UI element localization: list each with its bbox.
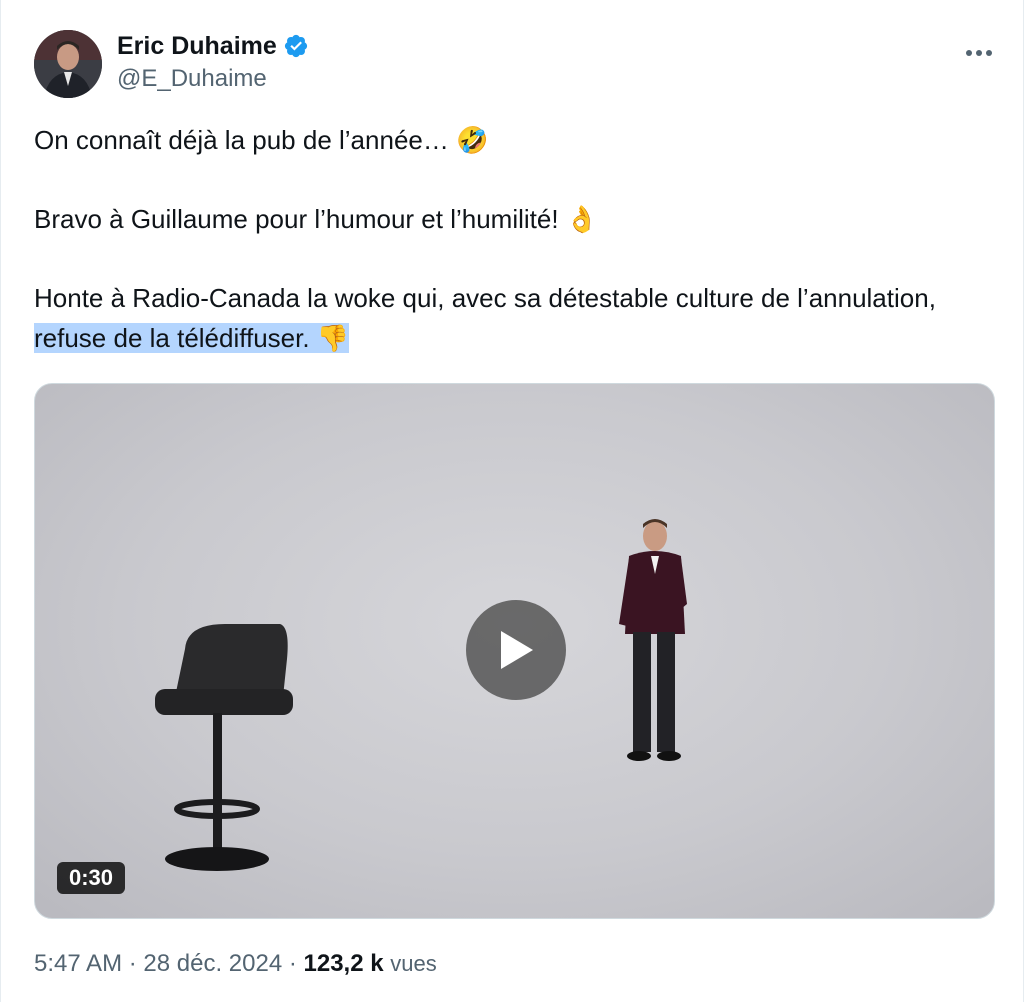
tweet-text: On connaît déjà la pub de l’année… 🤣 Bra…: [34, 120, 984, 359]
tweet-line-2: Bravo à Guillaume pour l’humour et l’hum…: [34, 204, 566, 234]
tweet-line-1: On connaît déjà la pub de l’année…: [34, 125, 457, 155]
tweet-line-3: Honte à Radio-Canada la woke qui, avec s…: [34, 283, 936, 313]
person-image: [619, 519, 687, 761]
play-icon: [501, 631, 533, 669]
avatar-image: [34, 30, 102, 98]
tweet-card: Eric Duhaime @E_Duhaime On connaît déjà …: [0, 0, 1024, 1002]
stool-image: [155, 624, 293, 871]
tweet-metadata: 5:47 AM · 28 déc. 2024 · 123,2 k vues: [34, 948, 437, 980]
video-player[interactable]: 0:30: [34, 383, 995, 919]
rofl-emoji-icon: 🤣: [456, 126, 489, 156]
selected-text: refuse de la télédiffuser. 👎: [34, 323, 350, 354]
verified-badge-icon[interactable]: [283, 33, 309, 59]
tweet-time[interactable]: 5:47 AM: [34, 950, 122, 977]
thumbs-down-emoji-icon: 👎: [316, 324, 350, 354]
tweet-date[interactable]: 28 déc. 2024: [143, 950, 282, 977]
tweet-paragraph-1: On connaît déjà la pub de l’année… 🤣: [34, 120, 984, 161]
views-label: vues: [390, 951, 437, 976]
author-name-row: Eric Duhaime: [117, 30, 309, 62]
author-handle[interactable]: @E_Duhaime: [117, 64, 309, 94]
avatar[interactable]: [34, 30, 102, 98]
ok-hand-emoji-icon: 👌: [565, 205, 599, 235]
meta-separator: ·: [122, 950, 144, 977]
play-button[interactable]: [466, 600, 566, 700]
views-count: 123,2 k: [303, 950, 384, 977]
meta-separator: ·: [282, 950, 304, 977]
tweet-paragraph-2: Bravo à Guillaume pour l’humour et l’hum…: [34, 199, 984, 240]
tweet-paragraph-3: Honte à Radio-Canada la woke qui, avec s…: [34, 278, 984, 359]
author-name[interactable]: Eric Duhaime: [117, 30, 277, 62]
more-options-icon[interactable]: [965, 38, 993, 58]
author-block: Eric Duhaime @E_Duhaime: [117, 30, 309, 94]
video-duration-badge: 0:30: [57, 862, 126, 894]
tweet-line-3-highlight: refuse de la télédiffuser.: [34, 323, 317, 353]
